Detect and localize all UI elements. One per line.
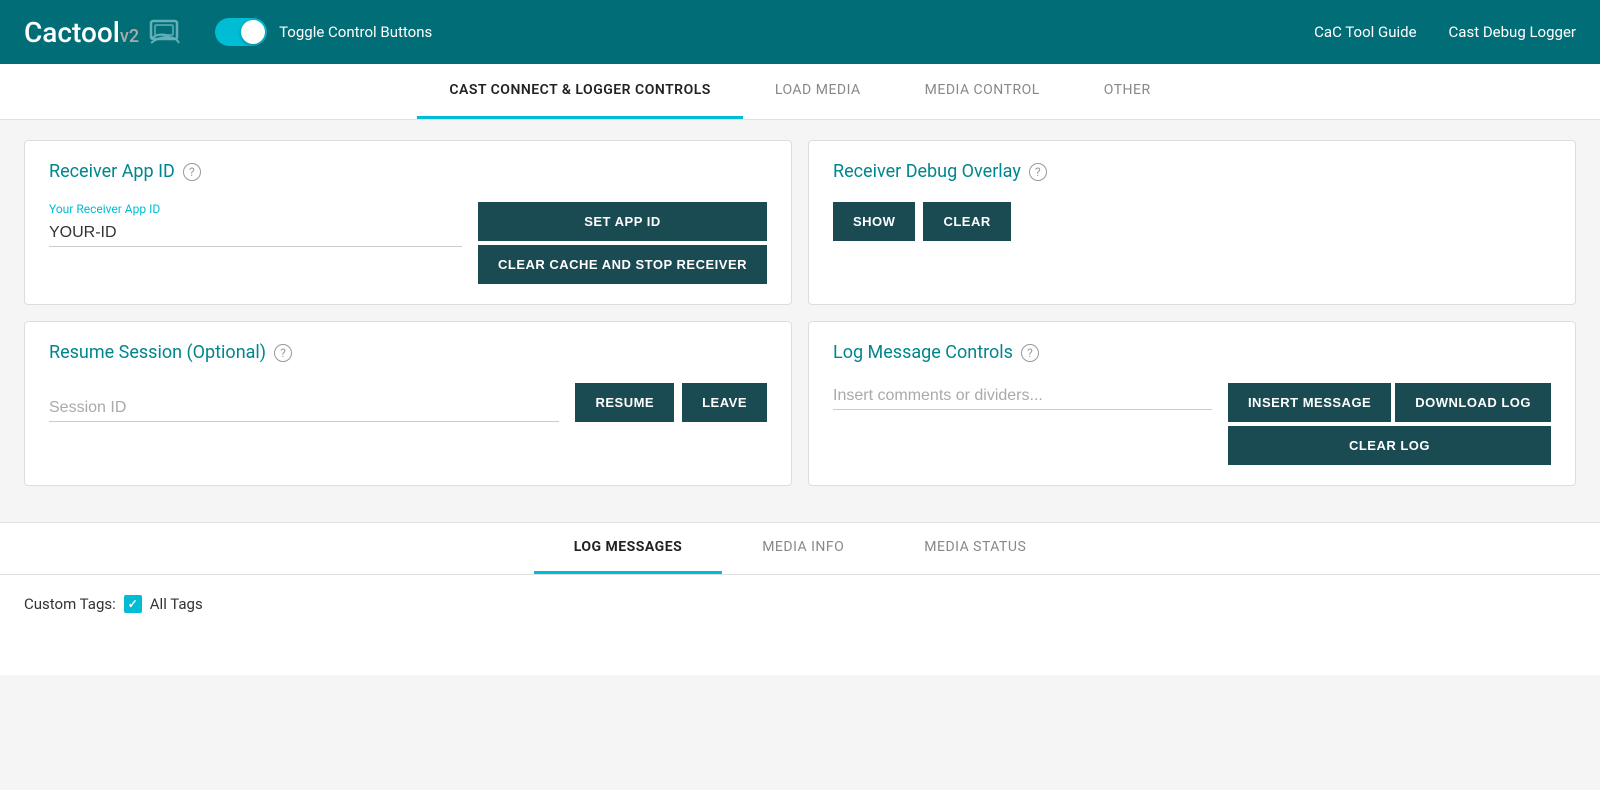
custom-tags-row: Custom Tags: All Tags [24, 595, 1576, 613]
tab-log-messages[interactable]: LOG MESSAGES [534, 523, 723, 574]
receiver-app-id-buttons: SET APP ID CLEAR CACHE AND STOP RECEIVER [478, 202, 767, 284]
receiver-app-id-label: Your Receiver App ID [49, 202, 462, 216]
main-content: Receiver App ID ? Your Receiver App ID S… [0, 120, 1600, 522]
tab-media-control[interactable]: MEDIA CONTROL [893, 64, 1072, 119]
log-message-controls-card: Log Message Controls ? INSERT MESSAGE DO… [808, 321, 1576, 486]
clear-cache-button[interactable]: CLEAR CACHE AND STOP RECEIVER [478, 245, 767, 284]
log-messages-area: Custom Tags: All Tags [0, 575, 1600, 675]
app-header: Cactoolv2 Toggle Control Buttons CaC Too… [0, 0, 1600, 64]
tab-media-status[interactable]: MEDIA STATUS [884, 523, 1066, 574]
log-message-controls-title: Log Message Controls ? [833, 342, 1551, 363]
set-app-id-button[interactable]: SET APP ID [478, 202, 767, 241]
all-tags-checkbox[interactable] [124, 595, 142, 613]
tab-other[interactable]: OTHER [1072, 64, 1183, 119]
all-tags-label: All Tags [150, 595, 203, 613]
receiver-app-id-title: Receiver App ID ? [49, 161, 767, 182]
insert-message-button[interactable]: INSERT MESSAGE [1228, 383, 1391, 422]
resume-session-title: Resume Session (Optional) ? [49, 342, 767, 363]
tab-cast-connect[interactable]: CAST CONNECT & LOGGER CONTROLS [417, 64, 742, 119]
clear-button[interactable]: CLEAR [923, 202, 1010, 241]
toggle-area[interactable]: Toggle Control Buttons [215, 18, 432, 46]
log-message-help-icon[interactable]: ? [1021, 344, 1039, 362]
receiver-app-id-body: Your Receiver App ID SET APP ID CLEAR CA… [49, 202, 767, 284]
download-log-button[interactable]: DOWNLOAD LOG [1395, 383, 1551, 422]
resume-button[interactable]: RESUME [575, 383, 674, 422]
logo-text: Cactoolv2 [24, 16, 139, 49]
nav-cac-tool-guide[interactable]: CaC Tool Guide [1314, 23, 1416, 41]
resume-session-body: RESUME LEAVE [49, 383, 767, 422]
session-id-input[interactable] [49, 395, 559, 422]
session-buttons: RESUME LEAVE [575, 383, 767, 422]
receiver-app-id-input-area: Your Receiver App ID [49, 202, 478, 247]
tab-load-media[interactable]: LOAD MEDIA [743, 64, 893, 119]
show-button[interactable]: SHOW [833, 202, 915, 241]
log-buttons: INSERT MESSAGE DOWNLOAD LOG CLEAR LOG [1228, 383, 1551, 465]
resume-session-card: Resume Session (Optional) ? RESUME LEAVE [24, 321, 792, 486]
cards-grid: Receiver App ID ? Your Receiver App ID S… [24, 140, 1576, 486]
log-message-body: INSERT MESSAGE DOWNLOAD LOG CLEAR LOG [833, 383, 1551, 465]
resume-session-help-icon[interactable]: ? [274, 344, 292, 362]
bottom-section: LOG MESSAGES MEDIA INFO MEDIA STATUS Cus… [0, 522, 1600, 675]
log-top-buttons: INSERT MESSAGE DOWNLOAD LOG [1228, 383, 1551, 422]
logo-area: Cactoolv2 [24, 13, 187, 51]
cast-icon [149, 13, 187, 51]
log-input-area [833, 383, 1228, 410]
log-comment-input[interactable] [833, 383, 1212, 410]
tab-media-info[interactable]: MEDIA INFO [722, 523, 884, 574]
clear-log-button[interactable]: CLEAR LOG [1228, 426, 1551, 465]
session-input-area [49, 395, 575, 422]
receiver-debug-buttons: SHOW CLEAR [833, 202, 1551, 241]
top-tabs-bar: CAST CONNECT & LOGGER CONTROLS LOAD MEDI… [0, 64, 1600, 120]
bottom-tabs-bar: LOG MESSAGES MEDIA INFO MEDIA STATUS [0, 523, 1600, 575]
receiver-debug-overlay-card: Receiver Debug Overlay ? SHOW CLEAR [808, 140, 1576, 305]
header-nav: CaC Tool Guide Cast Debug Logger [1314, 23, 1576, 41]
receiver-debug-overlay-title: Receiver Debug Overlay ? [833, 161, 1551, 182]
receiver-debug-help-icon[interactable]: ? [1029, 163, 1047, 181]
logo-version: v2 [120, 26, 139, 47]
toggle-label: Toggle Control Buttons [279, 23, 432, 41]
custom-tags-label: Custom Tags: [24, 595, 116, 613]
nav-cast-debug-logger[interactable]: Cast Debug Logger [1449, 23, 1576, 41]
leave-button[interactable]: LEAVE [682, 383, 767, 422]
receiver-app-id-input[interactable] [49, 220, 462, 247]
receiver-app-id-help-icon[interactable]: ? [183, 163, 201, 181]
toggle-switch[interactable] [215, 18, 267, 46]
receiver-app-id-card: Receiver App ID ? Your Receiver App ID S… [24, 140, 792, 305]
